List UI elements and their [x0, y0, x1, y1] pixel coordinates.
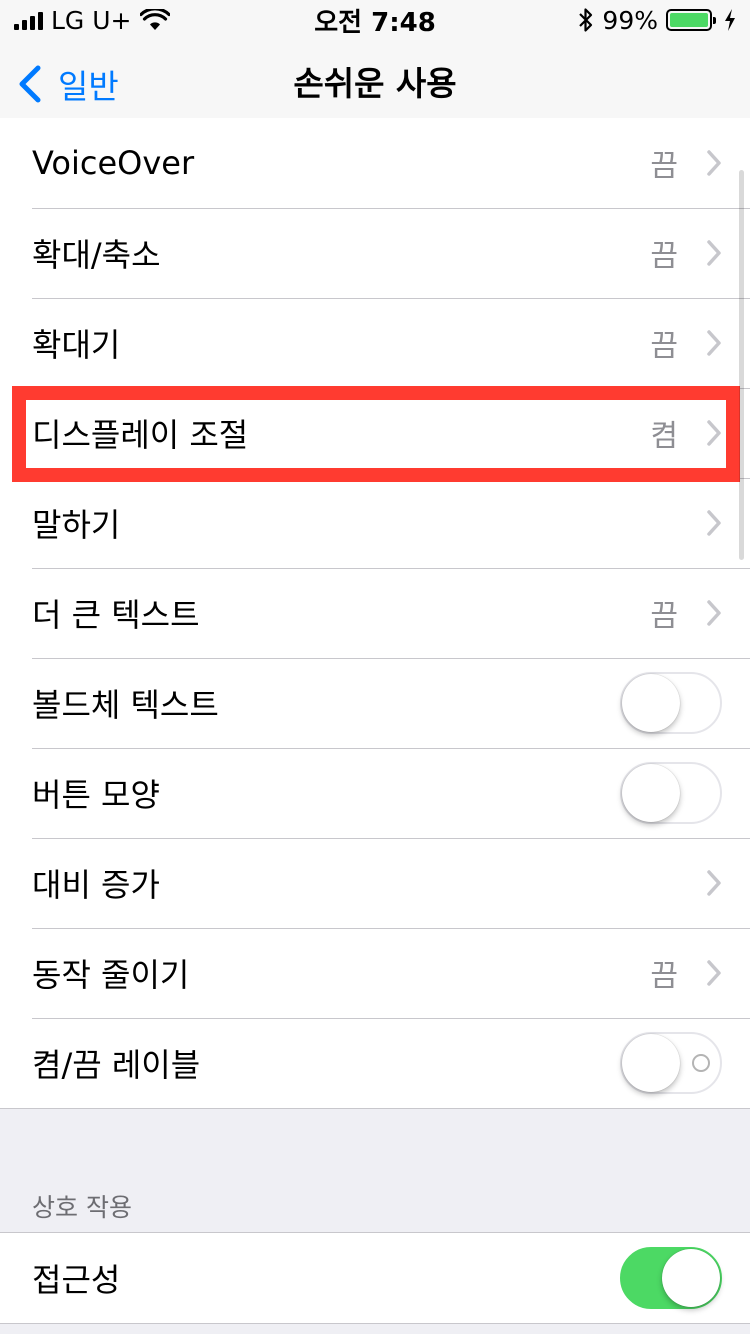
- chevron-right-icon: [707, 150, 721, 176]
- chevron-right-icon: [707, 510, 721, 536]
- interaction-list: 접근성: [0, 1232, 750, 1324]
- chevron-right-icon: [707, 870, 721, 896]
- row-label: 말하기: [32, 506, 121, 544]
- chevron-right-icon: [707, 330, 721, 356]
- row-value: 끔: [650, 599, 678, 634]
- chevron-right-icon: [707, 420, 721, 446]
- settings-row[interactable]: 확대/축소 끔: [0, 208, 750, 298]
- row-label: 확대/축소: [32, 236, 161, 274]
- row-value: 켬: [650, 419, 678, 454]
- chevron-right-icon: [707, 960, 721, 986]
- battery-percent: 99%: [602, 5, 658, 35]
- settings-row[interactable]: 동작 줄이기 끔: [0, 928, 750, 1018]
- toggle-switch[interactable]: [620, 1032, 722, 1094]
- row-label: 버튼 모양: [32, 776, 160, 814]
- settings-row: 접근성: [0, 1233, 750, 1323]
- settings-row[interactable]: 확대기 끔: [0, 298, 750, 388]
- row-label: 볼드체 텍스트: [32, 686, 219, 724]
- row-value: 끔: [650, 329, 678, 364]
- signal-icon: [14, 10, 43, 30]
- settings-row[interactable]: VoiceOver 끔: [0, 118, 750, 208]
- row-label: 동작 줄이기: [32, 956, 190, 994]
- settings-row: 버튼 모양: [0, 748, 750, 838]
- carrier-name: LG U+: [51, 5, 132, 35]
- toggle-switch[interactable]: [620, 762, 722, 824]
- battery-fill: [670, 13, 708, 27]
- settings-row: 켬/끔 레이블: [0, 1018, 750, 1108]
- bluetooth-icon: [579, 8, 593, 32]
- settings-row[interactable]: 더 큰 텍스트 끔: [0, 568, 750, 658]
- status-bar: LG U+ 오전 7:48 99%: [0, 0, 750, 40]
- wifi-icon: [139, 9, 170, 30]
- row-label: 더 큰 텍스트: [32, 596, 200, 634]
- row-label: 켬/끔 레이블: [32, 1046, 201, 1084]
- toggle-switch[interactable]: [620, 672, 722, 734]
- status-left: LG U+: [14, 6, 170, 35]
- back-button[interactable]: 일반: [14, 40, 119, 128]
- settings-row[interactable]: 디스플레이 조절 켬: [0, 388, 750, 478]
- row-label: 확대기: [32, 326, 121, 364]
- chevron-right-icon: [707, 600, 721, 626]
- settings-row: 볼드체 텍스트: [0, 658, 750, 748]
- charging-icon: [725, 9, 735, 31]
- scroll-indicator: [739, 170, 744, 560]
- row-value: 끔: [650, 959, 678, 994]
- chevron-right-icon: [707, 240, 721, 266]
- chevron-left-icon: [19, 65, 41, 103]
- settings-row[interactable]: 대비 증가: [0, 838, 750, 928]
- row-label: 접근성: [32, 1261, 121, 1299]
- toggle-switch[interactable]: [620, 1247, 722, 1309]
- back-label: 일반: [58, 67, 119, 106]
- row-label: VoiceOver: [32, 144, 195, 182]
- section-header: 상호 작용: [32, 1193, 132, 1222]
- settings-list: VoiceOver 끔 확대/축소 끔 확대기 끔 디스플레이 조절 켬 말하기 더 큰 텍스트 끔…: [0, 118, 750, 1109]
- status-right: 99%: [578, 6, 736, 35]
- settings-row[interactable]: 말하기: [0, 478, 750, 568]
- toggle-knob: [622, 1034, 680, 1092]
- battery-icon: [666, 9, 716, 31]
- toggle-knob: [622, 674, 680, 732]
- row-label: 대비 증가: [32, 866, 160, 904]
- off-label-icon: [692, 1054, 710, 1072]
- toggle-knob: [662, 1249, 720, 1307]
- row-label: 디스플레이 조절: [32, 416, 249, 454]
- toggle-knob: [622, 764, 680, 822]
- row-value: 끔: [650, 149, 678, 184]
- nav-bar: 일반 손쉬운 사용: [0, 40, 750, 128]
- row-value: 끔: [650, 239, 678, 274]
